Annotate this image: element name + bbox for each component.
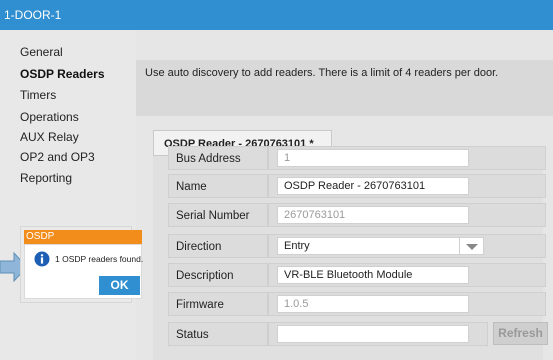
dialog: 1 OSDP readers found. OK xyxy=(24,244,144,299)
bus-address-label: Bus Address xyxy=(168,146,268,170)
direction-label: Direction xyxy=(168,234,268,258)
serial-number-cell: 2670763101 xyxy=(268,203,546,227)
sidebar-item-osdp-readers[interactable]: OSDP Readers xyxy=(20,67,105,81)
description-field[interactable]: VR-BLE Bluetooth Module xyxy=(277,266,469,284)
window-title: 1-DOOR-1 xyxy=(0,0,553,30)
status-cell xyxy=(268,322,488,346)
description-cell: VR-BLE Bluetooth Module xyxy=(268,263,546,287)
sidebar-item-operations[interactable]: Operations xyxy=(20,110,79,124)
bus-address-field: 1 xyxy=(277,149,469,167)
firmware-label: Firmware xyxy=(168,292,268,316)
name-cell: OSDP Reader - 2670763101 xyxy=(268,174,546,198)
sidebar-item-aux-relay[interactable]: AUX Relay xyxy=(20,130,79,144)
serial-number-field: 2670763101 xyxy=(277,206,469,224)
direction-cell: Entry xyxy=(268,234,546,258)
name-field[interactable]: OSDP Reader - 2670763101 xyxy=(277,177,469,195)
bus-address-cell: 1 xyxy=(268,146,546,170)
name-label: Name xyxy=(168,174,268,198)
sidebar: General OSDP Readers Timers Operations A… xyxy=(0,30,136,360)
auto-discovery-hint: Use auto discovery to add readers. There… xyxy=(145,67,499,79)
status-label: Status xyxy=(168,322,268,346)
status-field xyxy=(277,325,469,343)
ok-button[interactable]: OK xyxy=(99,276,140,295)
sidebar-item-reporting[interactable]: Reporting xyxy=(20,171,72,185)
chevron-down-icon[interactable] xyxy=(459,238,483,254)
dialog-message: 1 OSDP readers found. xyxy=(55,254,144,264)
description-label: Description xyxy=(168,263,268,287)
sidebar-item-general[interactable]: General xyxy=(20,45,63,59)
sidebar-item-timers[interactable]: Timers xyxy=(20,88,56,102)
sidebar-item-op2-op3[interactable]: OP2 and OP3 xyxy=(20,150,95,164)
firmware-cell: 1.0.5 xyxy=(268,292,546,316)
serial-number-label: Serial Number xyxy=(168,203,268,227)
dialog-title: OSDP xyxy=(24,230,142,244)
info-icon xyxy=(34,251,50,267)
refresh-button[interactable]: Refresh xyxy=(493,322,548,345)
firmware-field: 1.0.5 xyxy=(277,295,469,313)
direction-value: Entry xyxy=(284,240,310,252)
direction-select[interactable]: Entry xyxy=(277,237,484,255)
